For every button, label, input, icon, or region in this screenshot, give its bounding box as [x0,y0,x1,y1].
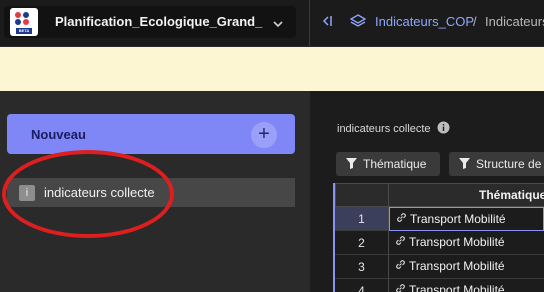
chevron-down-icon[interactable] [272,16,284,34]
table-row[interactable]: 3 Transport Mobilité [335,255,544,279]
sidebar-item-label: indicateurs collecte [44,185,155,200]
row-number: 1 [335,207,389,231]
data-table: Thématique 1 Transport Mobilité 2 Transp… [333,183,544,292]
notice-banner [0,47,544,91]
breadcrumb-separator: / [473,14,477,29]
app-logo: BETA [10,8,38,36]
link-icon [395,231,406,254]
cell-text: Transport Mobilité [409,283,505,292]
layers-icon [349,13,367,34]
row-number: 4 [335,279,389,292]
view-icon: i [19,185,35,201]
table-row[interactable]: 4 Transport Mobilité [335,279,544,292]
filter-icon [346,158,357,172]
row-number: 2 [335,231,389,255]
topbar-divider [309,0,310,46]
cell-text: Transport Mobilité [409,235,505,249]
table-cell[interactable]: Transport Mobilité [389,207,544,231]
filter-icon [459,158,470,172]
link-icon [396,208,407,230]
table-cell[interactable]: Transport Mobilité [389,231,544,255]
table-cell[interactable]: Transport Mobilité [389,255,544,279]
info-icon[interactable] [437,121,450,139]
new-view-button[interactable]: Nouveau + [7,114,295,154]
row-number: 3 [335,255,389,279]
sidebar-item-indicateurs-collecte[interactable]: i indicateurs collecte [7,178,295,207]
table-cell[interactable]: Transport Mobilité [389,279,544,292]
breadcrumb-current: Indicateurs [485,14,544,29]
link-icon [395,279,406,292]
table-row[interactable]: 1 Transport Mobilité [335,207,544,231]
link-icon [395,255,406,278]
sidebar-collapse-icon[interactable] [320,14,334,33]
plus-icon[interactable]: + [251,122,277,148]
main-panel: indicateurs collecte Thématique Structur… [310,91,544,292]
new-view-label: Nouveau [31,127,86,142]
filter-chip-thematique[interactable]: Thématique [336,152,440,176]
beta-badge: BETA [16,28,32,34]
cell-text: Transport Mobilité [410,212,506,226]
view-title: indicateurs collecte [337,123,431,135]
cell-text: Transport Mobilité [409,259,505,273]
filter-chip-label: Thématique [363,157,427,171]
breadcrumb-parent[interactable]: Indicateurs_COP [375,14,474,29]
column-header-thematique[interactable]: Thématique [389,183,544,207]
filter-chip-structure[interactable]: Structure de [449,152,544,176]
workspace-selector[interactable]: BETA Planification_Ecologique_Grand_... [4,6,296,38]
top-bar: BETA Planification_Ecologique_Grand_... … [0,0,544,47]
sidebar: Nouveau + i indicateurs collecte [0,91,310,292]
row-number-header[interactable] [335,183,389,207]
workspace-title[interactable]: Planification_Ecologique_Grand_... [55,14,263,29]
filter-chip-label: Structure de [476,157,542,171]
table-row[interactable]: 2 Transport Mobilité [335,231,544,255]
